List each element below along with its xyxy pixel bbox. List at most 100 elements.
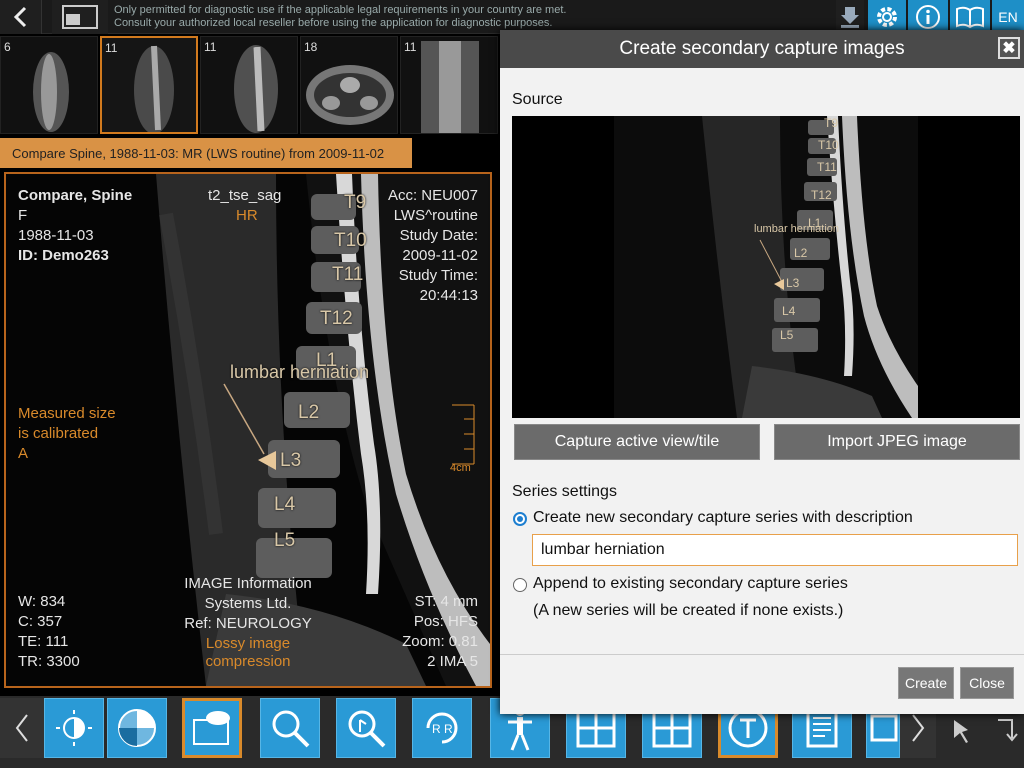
vertebra-label-t12: T12	[320, 308, 353, 329]
legal-notice: Only permitted for diagnostic use if the…	[114, 4, 566, 30]
info-icon	[916, 5, 940, 29]
contrast-tool[interactable]	[44, 698, 104, 758]
thumbnail-count: 6	[4, 40, 11, 54]
vertebra-label-l3: L3	[280, 450, 302, 471]
source-preview: T9 T10 T11 T12 L1 lumbar herniation L2 L…	[512, 116, 1020, 418]
layout-icon	[62, 5, 98, 29]
image-viewport[interactable]: Compare, Spine F 1988-11-03 ID: Demo263 …	[4, 172, 492, 688]
window-level-icon	[118, 709, 156, 747]
scale-label: 4cm	[450, 462, 471, 474]
institution-line2: Systems Ltd.	[204, 595, 292, 612]
create-new-series-radio[interactable]	[513, 512, 527, 526]
layout-button[interactable]	[52, 0, 108, 34]
vertebra-label-l4: L4	[274, 494, 296, 515]
thumbnail-count: 11	[105, 41, 118, 55]
hr-label: HR	[236, 207, 258, 224]
calibration-note-1: Measured size	[18, 405, 116, 422]
vertebra-label-l5: L5	[274, 530, 296, 551]
referring-physician: Ref: NEUROLOGY	[184, 615, 312, 632]
preview-annotation-text: lumbar herniation	[754, 223, 839, 235]
dialog-title: Create secondary capture images	[619, 38, 905, 59]
annotation-icon	[193, 711, 230, 745]
capture-active-view-button[interactable]: Capture active view/tile	[514, 424, 760, 460]
patient-position: Pos: HFS	[413, 613, 478, 630]
toolbar-prev-button[interactable]	[0, 698, 44, 758]
dialog-footer-divider	[500, 654, 1024, 655]
chevron-right-icon	[912, 714, 925, 742]
corner-arrow-icon	[998, 719, 1018, 742]
preview-label-t11: T11	[817, 160, 837, 174]
preview-label-t10: T10	[818, 138, 839, 152]
patient-sex: F	[18, 207, 28, 224]
zoom-level: Zoom: 0.81	[402, 633, 478, 650]
contrast-icon	[56, 710, 92, 746]
vertebra-label-t9: T9	[344, 192, 367, 213]
svg-text:R R: R R	[432, 722, 453, 736]
series-settings-label: Series settings	[512, 483, 617, 500]
series-thumbnail-selected[interactable]: 11	[100, 36, 198, 134]
download-icon	[841, 7, 859, 28]
image-number: 2 IMA 5	[427, 653, 478, 670]
calibration-note-2: is calibrated	[18, 425, 99, 442]
language-button[interactable]: EN	[992, 0, 1024, 34]
lossy-note-2: compression	[205, 653, 291, 670]
settings-button[interactable]	[868, 0, 906, 34]
preview-label-l2: L2	[794, 246, 808, 260]
append-series-radio[interactable]	[513, 578, 527, 592]
gear-icon	[877, 7, 897, 27]
book-icon	[956, 6, 984, 29]
annotation-tool[interactable]	[182, 698, 242, 758]
repetition-time: TR: 3300	[18, 653, 80, 670]
study-description: LWS^routine	[393, 207, 478, 224]
create-button[interactable]: Create	[898, 667, 954, 699]
zoom-tool[interactable]	[260, 698, 320, 758]
window-center: C: 357	[18, 613, 63, 630]
series-name: t2_tse_sag	[208, 187, 282, 204]
preview-label-l3: L3	[786, 276, 800, 290]
back-button[interactable]	[0, 0, 42, 34]
legal-notice-line2: Consult your authorized local reseller b…	[114, 17, 553, 29]
manual-button[interactable]	[950, 0, 990, 34]
series-description-input[interactable]	[532, 534, 1018, 566]
close-button[interactable]: Close	[960, 667, 1014, 699]
dialog-close-icon[interactable]: ✖	[998, 37, 1020, 59]
preview-label-t9: T9	[824, 116, 839, 130]
window-width: W: 834	[18, 593, 66, 610]
study-time: 20:44:13	[419, 287, 478, 304]
pin-button[interactable]	[944, 712, 980, 748]
screen-icon	[870, 714, 898, 742]
create-new-series-label[interactable]: Create new secondary capture series with…	[533, 509, 913, 527]
preview-label-l4: L4	[782, 304, 796, 318]
preview-label-l5: L5	[780, 328, 794, 342]
corner-button[interactable]	[988, 712, 1024, 748]
slice-thickness: ST: 4 mm	[414, 593, 478, 610]
download-button[interactable]	[836, 0, 864, 34]
import-jpeg-button[interactable]: Import JPEG image	[774, 424, 1020, 460]
thumbnail-count: 11	[404, 40, 417, 54]
patient-dob: 1988-11-03	[18, 227, 94, 244]
chevron-left-icon	[15, 714, 28, 742]
thumbnail-count: 11	[204, 40, 217, 54]
institution-line1: IMAGE Information	[184, 575, 312, 592]
info-button[interactable]	[908, 0, 948, 34]
source-preview-image	[512, 116, 1020, 418]
compare-study-bar[interactable]: Compare Spine, 1988-11-03: MR (LWS routi…	[0, 138, 412, 168]
back-arrow-icon	[13, 6, 26, 28]
series-thumbnail[interactable]: 11	[400, 36, 498, 134]
vertebra-label-t10: T10	[334, 230, 367, 251]
rotate-icon: R R	[426, 712, 458, 744]
series-thumbnail[interactable]: 18	[300, 36, 398, 134]
legal-notice-line1: Only permitted for diagnostic use if the…	[114, 4, 567, 16]
append-series-label[interactable]: Append to existing secondary capture ser…	[533, 575, 848, 593]
study-date: 2009-11-02	[402, 247, 478, 264]
annotation-text[interactable]: lumbar herniation	[230, 362, 369, 383]
series-thumbnail[interactable]: 6	[0, 36, 98, 134]
window-level-tool[interactable]	[107, 698, 167, 758]
patient-id: ID: Demo263	[18, 247, 109, 264]
secondary-capture-dialog: Create secondary capture images ✖ Source…	[500, 30, 1024, 714]
orientation-marker: A	[18, 445, 29, 462]
rotate-tool[interactable]: R R	[412, 698, 472, 758]
series-thumbnail[interactable]: 11	[200, 36, 298, 134]
pan-tool[interactable]	[336, 698, 396, 758]
spine-thumbnail-image	[33, 52, 69, 132]
